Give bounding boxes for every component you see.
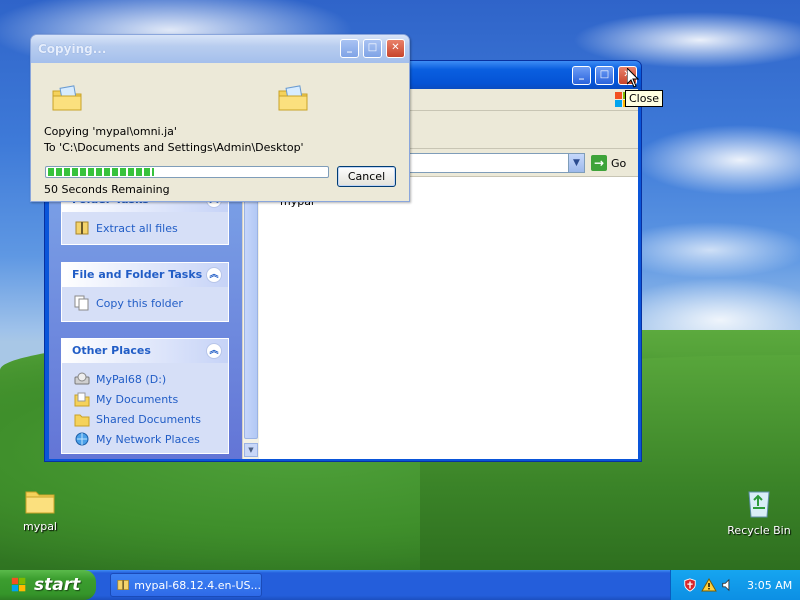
other-places-panel: Other Places ︽ MyPal68 (D:) My Documents… [61,338,229,454]
dialog-maximize-button[interactable]: □ [363,39,382,58]
address-input[interactable]: ▼ [409,153,585,173]
dialog-close-button[interactable]: ✕ [386,39,405,58]
documents-icon [74,392,90,407]
place-my-documents[interactable]: My Documents [62,389,228,409]
copy-icon [74,295,89,311]
destination-folder-icon [278,85,308,111]
task-pane-scrollbar[interactable]: ▼ [242,177,259,459]
desktop-icon-mypal[interactable]: mypal [0,488,80,533]
file-list-area: mypal [259,172,638,459]
minimize-button[interactable]: _ [572,66,591,85]
copying-file-text: Copying 'mypal\omni.ja' [44,125,177,138]
place-my-network-places[interactable]: My Network Places [62,429,228,449]
copying-destination-text: To 'C:\Documents and Settings\Admin\Desk… [44,141,304,154]
taskbar-item-mypal-archive[interactable]: mypal-68.12.4.en-US... [110,573,262,597]
copy-progress-bar [45,166,329,178]
address-dropdown-button[interactable]: ▼ [568,154,584,172]
windows-logo-icon [11,577,26,592]
go-button[interactable]: → Go [591,154,635,172]
task-label: Extract all files [96,221,178,235]
go-arrow-icon: → [591,155,607,171]
scroll-down-icon[interactable]: ▼ [244,443,258,457]
start-button[interactable]: start [0,570,96,600]
desktop-icon-recycle-bin[interactable]: Recycle Bin [719,486,799,537]
start-label: start [34,575,81,595]
drive-icon [74,372,90,385]
task-pane: Folder Tasks ︽ Extract all files File an… [49,177,242,459]
place-shared-documents[interactable]: Shared Documents [62,409,228,429]
security-shield-icon[interactable] [683,578,697,592]
place-mypal68-drive[interactable]: MyPal68 (D:) [62,369,228,389]
network-icon [75,432,89,446]
time-remaining-text: 50 Seconds Remaining [44,183,170,196]
collapse-icon[interactable]: ︽ [206,267,222,283]
task-copy-this-folder[interactable]: Copy this folder [62,293,228,313]
desktop-icon-label: Recycle Bin [727,524,791,537]
extract-icon [75,221,89,235]
archive-folder-icon [117,580,129,590]
clock[interactable]: 3:05 AM [747,579,792,592]
place-label: MyPal68 (D:) [96,372,167,386]
maximize-button[interactable]: □ [595,66,614,85]
task-label: Copy this folder [96,296,183,310]
cancel-button[interactable]: Cancel [337,166,396,187]
warning-icon[interactable] [701,578,717,592]
source-folder-icon [52,85,82,111]
recycle-bin-icon [748,491,770,518]
other-places-title: Other Places [72,344,151,357]
desktop-icon-label: mypal [22,520,57,533]
file-folder-tasks-header[interactable]: File and Folder Tasks ︽ [62,263,228,287]
place-label: My Documents [96,392,179,406]
taskbar-item-label: mypal-68.12.4.en-US... [134,578,261,592]
dialog-minimize-button[interactable]: _ [340,39,359,58]
volume-icon[interactable] [721,578,735,592]
system-tray: 3:05 AM [670,570,800,600]
copying-dialog: Copying... _ □ ✕ Copying 'mypal\omni.ja'… [30,34,410,202]
mouse-cursor-icon [627,68,639,88]
copying-dialog-title: Copying... [38,42,107,56]
place-label: Shared Documents [96,412,201,426]
other-places-header[interactable]: Other Places ︽ [62,339,228,363]
collapse-icon[interactable]: ︽ [206,343,222,359]
task-extract-all-files[interactable]: Extract all files [62,218,228,238]
taskbar: start mypal-68.12.4.en-US... 3:05 AM [0,570,800,600]
close-tooltip: Close [625,90,663,107]
file-folder-tasks-panel: File and Folder Tasks ︽ Copy this folder [61,262,229,322]
file-folder-tasks-title: File and Folder Tasks [72,268,203,281]
folder-icon [25,491,55,514]
go-label: Go [611,156,627,170]
copying-dialog-titlebar[interactable]: Copying... _ □ ✕ [31,35,409,63]
copy-progress-fill [48,168,154,176]
place-label: My Network Places [96,432,200,446]
scrollbar-thumb[interactable] [244,179,258,439]
folder-icon [74,414,90,427]
